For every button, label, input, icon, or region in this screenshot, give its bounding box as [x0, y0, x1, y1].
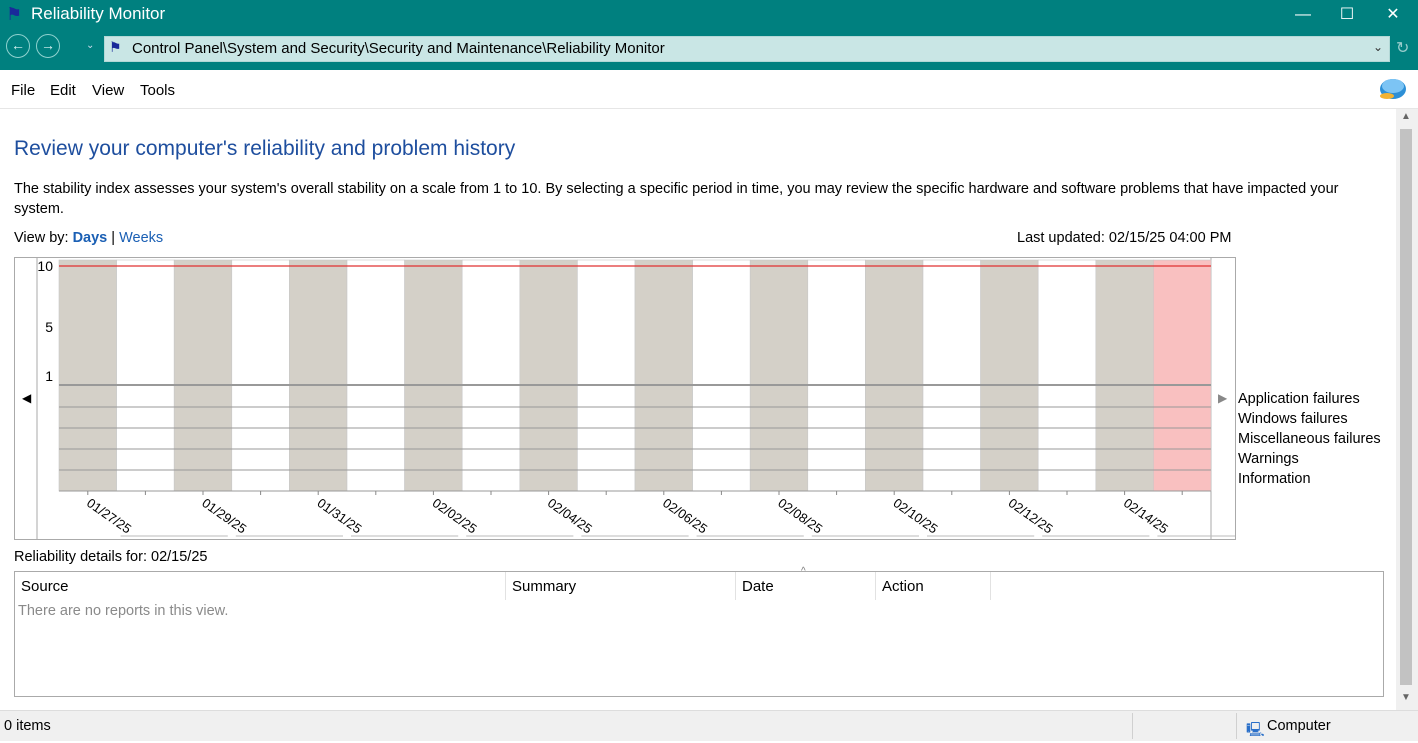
y-tick-label: 10	[37, 258, 53, 274]
status-bar: 0 items 🖳 Computer	[0, 710, 1418, 741]
day-column	[519, 259, 578, 492]
sort-ascending-icon: ^	[801, 566, 806, 577]
column-divider[interactable]	[990, 572, 991, 600]
title-bar: ⚑ Reliability Monitor — ☐ ✕	[0, 0, 1418, 30]
legend-warnings: Warnings	[1238, 451, 1299, 467]
date-label: 02/02/25	[430, 495, 480, 536]
column-action[interactable]: Action	[882, 578, 924, 595]
view-by-label: View by:	[14, 230, 69, 246]
day-column	[634, 259, 693, 492]
close-button[interactable]: ✕	[1370, 0, 1416, 30]
item-count: 0 items	[4, 718, 51, 734]
date-label: 01/27/25	[84, 495, 134, 536]
address-dropdown-icon[interactable]: ⌄	[1373, 40, 1383, 54]
day-column	[980, 259, 1039, 492]
day-column	[231, 259, 290, 492]
column-divider[interactable]	[505, 572, 506, 600]
column-summary[interactable]: Summary	[512, 578, 576, 595]
day-column	[807, 259, 866, 492]
details-table: Source Summary Date ^ Action There are n…	[14, 566, 1384, 697]
date-label: 02/14/25	[1121, 495, 1171, 536]
status-divider	[1132, 713, 1133, 739]
address-bar[interactable]: ⚑ Control Panel\System and Security\Secu…	[104, 36, 1390, 62]
status-divider	[1236, 713, 1237, 739]
date-label: 01/29/25	[199, 495, 249, 536]
scroll-right-icon[interactable]: ▶	[1218, 391, 1228, 405]
computer-icon: 🖳	[1246, 721, 1265, 737]
y-tick-label: 5	[45, 319, 53, 335]
date-label: 02/04/25	[545, 495, 595, 536]
y-tick-label: 1	[45, 368, 53, 384]
date-label: 01/31/25	[314, 495, 364, 536]
page-description: The stability index assesses your system…	[14, 181, 1339, 217]
legend-information: Information	[1238, 471, 1311, 487]
legend-windows-failures: Windows failures	[1238, 411, 1348, 427]
menu-view[interactable]: View	[92, 82, 124, 99]
date-label: 02/06/25	[660, 495, 710, 536]
legend-misc-failures: Miscellaneous failures	[1238, 431, 1381, 447]
navigation-bar: ← → ⌄ ⚑ Control Panel\System and Securit…	[0, 30, 1418, 70]
vertical-scrollbar[interactable]: ▲ ▼	[1396, 109, 1418, 710]
details-label: Reliability details for: 02/15/25	[14, 549, 208, 565]
legend-application-failures: Application failures	[1238, 391, 1360, 407]
column-source[interactable]: Source	[21, 578, 69, 595]
reliability-flag-icon: ⚑	[6, 4, 23, 24]
zone-label: Computer	[1267, 718, 1331, 734]
refresh-button[interactable]: ↻	[1396, 38, 1409, 58]
menu-bar: File Edit View Tools	[0, 70, 1418, 109]
reliability-chart[interactable]: 10 5 1 01/27/25 01/29/25 01/31/25 02/02/25 02/0…	[14, 257, 1236, 540]
day-column	[1037, 259, 1097, 492]
day-column	[1095, 259, 1154, 492]
day-column	[461, 259, 521, 492]
date-label: 02/12/25	[1006, 495, 1056, 536]
day-column	[289, 259, 348, 492]
view-by-selector: View by: Days | Weeks	[14, 230, 163, 246]
minimize-button[interactable]: —	[1280, 0, 1326, 30]
main-content: Review your computer's reliability and p…	[0, 109, 1396, 710]
reliability-chart-svg[interactable]: 10 5 1 01/27/25 01/29/25 01/31/25 02/02/25 02/0…	[15, 258, 1235, 539]
column-divider[interactable]	[875, 572, 876, 600]
column-date[interactable]: Date	[742, 578, 774, 595]
day-column	[922, 259, 981, 492]
day-column	[577, 259, 636, 492]
menu-file[interactable]: File	[11, 82, 35, 99]
view-weeks-link[interactable]: Weeks	[119, 230, 163, 246]
scroll-thumb[interactable]	[1400, 129, 1412, 685]
day-column	[173, 259, 233, 492]
maximize-button[interactable]: ☐	[1324, 0, 1370, 30]
day-column	[865, 259, 924, 492]
scroll-left-icon[interactable]: ◀	[22, 391, 32, 405]
scroll-up-icon[interactable]: ▲	[1401, 111, 1411, 122]
date-label: 02/08/25	[775, 495, 825, 536]
back-button[interactable]: ←	[6, 34, 30, 58]
empty-message: There are no reports in this view.	[18, 603, 229, 619]
menu-edit[interactable]: Edit	[50, 82, 76, 99]
control-panel-shell-icon	[1380, 79, 1406, 99]
day-column	[1153, 259, 1212, 492]
address-path: Control Panel\System and Security\Securi…	[132, 40, 665, 57]
last-updated: Last updated: 02/15/25 04:00 PM	[1017, 230, 1232, 246]
page-title: Review your computer's reliability and p…	[14, 137, 516, 160]
view-days-link[interactable]: Days	[73, 230, 108, 246]
day-column	[692, 259, 751, 492]
column-divider[interactable]	[735, 572, 736, 600]
address-flag-icon: ⚑	[109, 39, 122, 55]
date-label: 02/10/25	[890, 495, 940, 536]
menu-tools[interactable]: Tools	[140, 82, 175, 99]
day-column	[404, 259, 463, 492]
day-column	[749, 259, 809, 492]
recent-locations-button[interactable]: ⌄	[86, 40, 94, 51]
day-column	[116, 259, 175, 492]
day-column	[346, 259, 405, 492]
scroll-down-icon[interactable]: ▼	[1401, 692, 1411, 703]
view-separator: |	[111, 230, 116, 246]
chart-row-legend: Application failures Windows failures Mi…	[1238, 389, 1381, 489]
window-title: Reliability Monitor	[31, 4, 166, 23]
forward-button[interactable]: →	[36, 34, 60, 58]
day-column	[58, 259, 117, 492]
